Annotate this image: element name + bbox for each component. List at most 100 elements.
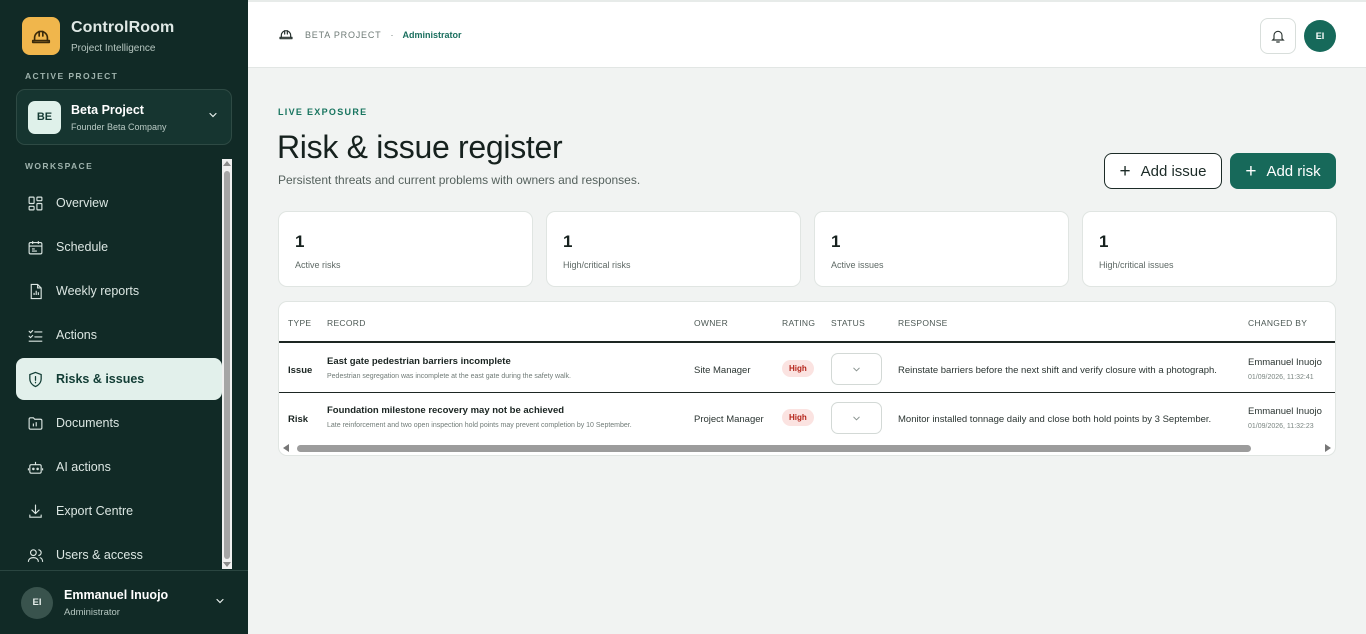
sidebar-item-schedule[interactable]: Schedule xyxy=(16,226,222,268)
stats-row: 1 Active risks 1 High/critical risks 1 A… xyxy=(278,211,1337,287)
status-select[interactable] xyxy=(831,353,882,385)
row-owner: Site Manager xyxy=(694,365,751,376)
stat-card-high-critical-issues: 1 High/critical issues xyxy=(1082,211,1337,287)
stat-card-active-risks: 1 Active risks xyxy=(278,211,533,287)
add-issue-button[interactable]: + Add issue xyxy=(1104,153,1222,189)
sidebar: ControlRoom Project Intelligence ACTIVE … xyxy=(0,0,248,634)
sidebar-item-label: Schedule xyxy=(56,240,109,254)
add-issue-label: Add issue xyxy=(1140,162,1207,180)
sidebar-item-documents[interactable]: Documents xyxy=(16,402,222,444)
col-header-record: RECORD xyxy=(327,318,366,328)
stat-label: High/critical issues xyxy=(1099,260,1174,270)
scroll-right-arrow[interactable] xyxy=(1325,444,1331,452)
brand[interactable]: ControlRoom Project Intelligence xyxy=(22,17,174,55)
chevron-down-icon xyxy=(214,594,226,612)
page-title: Risk & issue register xyxy=(277,129,563,165)
sidebar-item-label: Actions xyxy=(56,328,97,342)
user-role: Administrator xyxy=(64,606,120,618)
stat-value: 1 xyxy=(831,232,841,251)
sidebar-scrollbar[interactable] xyxy=(222,159,232,569)
row-changed-by: Emmanuel Inuojo xyxy=(1248,357,1322,368)
col-header-type: TYPE xyxy=(288,318,312,328)
plus-icon: + xyxy=(1245,160,1257,182)
stat-value: 1 xyxy=(295,232,305,251)
page-subtitle: Persistent threats and current problems … xyxy=(278,173,641,187)
rating-badge: High xyxy=(782,409,814,426)
active-project-label: ACTIVE PROJECT xyxy=(25,71,119,81)
rating-badge: High xyxy=(782,360,814,377)
stat-label: Active issues xyxy=(831,260,884,270)
add-risk-button[interactable]: + Add risk xyxy=(1230,153,1336,189)
table-horizontal-scrollbar[interactable] xyxy=(279,441,1335,455)
sidebar-item-label: Risks & issues xyxy=(56,372,145,386)
chevron-down-icon xyxy=(853,416,860,421)
row-type: Risk xyxy=(288,414,309,425)
row-changed-at: 01/09/2026, 11:32:41 xyxy=(1248,374,1314,381)
col-header-rating: RATING xyxy=(782,318,816,328)
avatar[interactable]: EI xyxy=(1304,20,1336,52)
scroll-left-arrow[interactable] xyxy=(283,444,289,452)
breadcrumb: BETA PROJECT · Administrator xyxy=(278,26,461,44)
col-header-changed-by: CHANGED BY xyxy=(1248,318,1308,328)
scroll-up-arrow[interactable] xyxy=(223,161,231,166)
calendar-icon xyxy=(28,240,43,254)
col-header-response: RESPONSE xyxy=(898,318,948,328)
col-header-status: STATUS xyxy=(831,318,866,328)
sidebar-item-label: Users & access xyxy=(56,548,143,562)
project-name: Beta Project xyxy=(71,102,144,117)
stat-value: 1 xyxy=(1099,232,1109,251)
scrollbar-thumb[interactable] xyxy=(224,171,230,559)
row-record-title[interactable]: Foundation milestone recovery may not be… xyxy=(327,405,564,416)
robot-icon xyxy=(27,461,44,474)
app-root: ControlRoom Project Intelligence ACTIVE … xyxy=(0,0,1366,634)
brand-subtitle: Project Intelligence xyxy=(71,42,156,54)
row-record-title[interactable]: East gate pedestrian barriers incomplete xyxy=(327,356,511,367)
scroll-down-arrow[interactable] xyxy=(223,562,231,567)
notifications-button[interactable] xyxy=(1260,18,1296,54)
row-type: Issue xyxy=(288,365,313,376)
hard-hat-icon xyxy=(22,17,60,55)
breadcrumb-role: Administrator xyxy=(402,30,462,40)
sidebar-item-risks-issues[interactable]: Risks & issues xyxy=(16,358,222,400)
users-icon xyxy=(27,548,44,562)
sidebar-item-label: Export Centre xyxy=(56,504,134,518)
sidebar-item-weekly-reports[interactable]: Weekly reports xyxy=(16,270,222,312)
row-changed-by: Emmanuel Inuojo xyxy=(1248,406,1322,417)
chevron-down-icon xyxy=(207,108,219,126)
breadcrumb-project[interactable]: BETA PROJECT xyxy=(305,30,381,40)
sidebar-item-ai-actions[interactable]: AI actions xyxy=(16,446,222,488)
download-icon xyxy=(29,504,42,518)
chevron-down-icon xyxy=(853,367,860,372)
main-content: BETA PROJECT · Administrator EI LIVE EXP… xyxy=(248,0,1366,634)
add-risk-label: Add risk xyxy=(1266,162,1321,180)
sidebar-item-overview[interactable]: Overview xyxy=(16,182,222,224)
sidebar-item-actions[interactable]: Actions xyxy=(16,314,222,356)
topbar: BETA PROJECT · Administrator EI xyxy=(248,0,1366,68)
row-changed-at: 01/09/2026, 11:32:23 xyxy=(1248,423,1314,430)
risk-issue-table: TYPE RECORD OWNER RATING STATUS RESPONSE… xyxy=(278,301,1336,456)
workspace-label: WORKSPACE xyxy=(25,161,94,171)
report-icon xyxy=(30,283,42,299)
table-row[interactable]: Risk Foundation milestone recovery may n… xyxy=(279,394,1335,442)
brand-name: ControlRoom xyxy=(71,18,175,36)
sidebar-item-export-centre[interactable]: Export Centre xyxy=(16,490,222,532)
user-name: Emmanuel Inuojo xyxy=(64,587,169,602)
stat-card-high-critical-risks: 1 High/critical risks xyxy=(546,211,801,287)
row-response: Reinstate barriers before the next shift… xyxy=(898,365,1217,376)
scrollbar-thumb[interactable] xyxy=(297,445,1251,452)
user-menu[interactable]: EI Emmanuel Inuojo Administrator xyxy=(0,570,248,634)
stat-card-active-issues: 1 Active issues xyxy=(814,211,1069,287)
status-select[interactable] xyxy=(831,402,882,434)
plus-icon: + xyxy=(1119,160,1131,182)
hard-hat-icon xyxy=(278,26,294,44)
project-company: Founder Beta Company xyxy=(71,121,167,132)
folder-icon xyxy=(28,416,43,430)
project-switcher[interactable]: BE Beta Project Founder Beta Company xyxy=(16,89,232,145)
table-row[interactable]: Issue East gate pedestrian barriers inco… xyxy=(279,345,1335,393)
sidebar-item-label: Weekly reports xyxy=(56,284,140,298)
sidebar-nav: Overview Schedule Weekly reports Actions… xyxy=(16,182,222,578)
breadcrumb-separator: · xyxy=(390,30,394,40)
bell-icon xyxy=(1271,30,1285,43)
row-record-description: Late reinforcement and two open inspecti… xyxy=(327,422,632,429)
row-owner: Project Manager xyxy=(694,414,764,425)
